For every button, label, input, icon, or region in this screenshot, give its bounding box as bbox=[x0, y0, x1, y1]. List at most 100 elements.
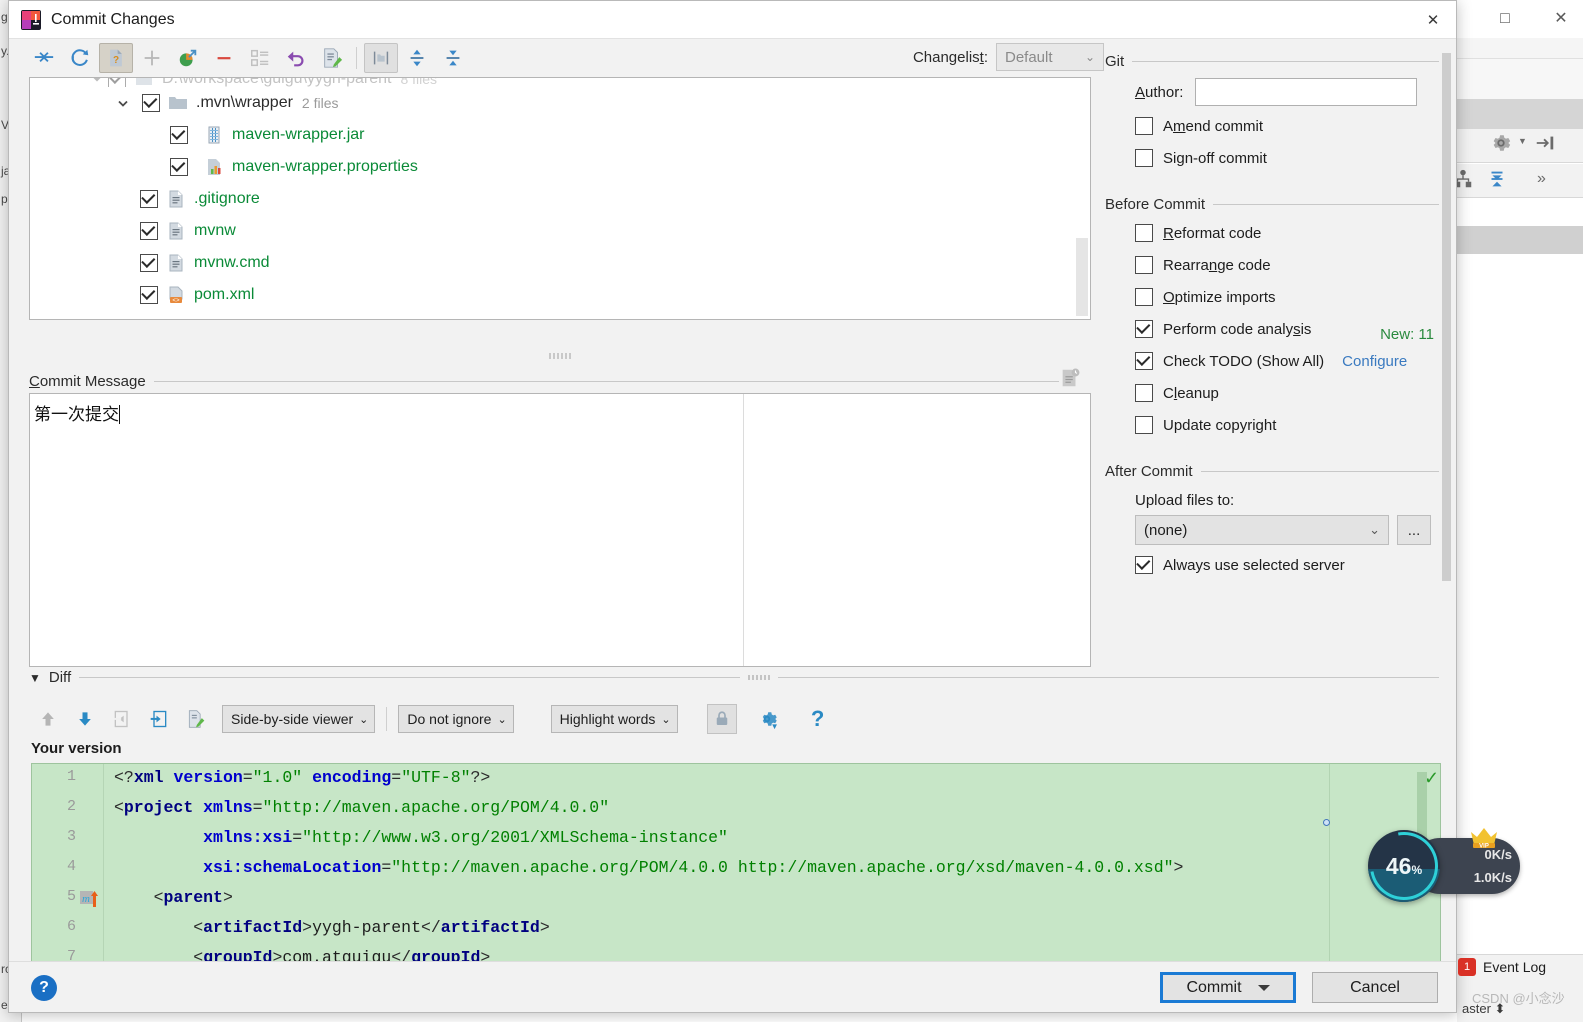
help-icon[interactable]: ? bbox=[31, 975, 57, 1001]
maven-project-marker-icon[interactable]: m bbox=[80, 891, 102, 913]
event-log-button[interactable]: 1 Event Log bbox=[1458, 958, 1546, 976]
row-checkbox[interactable] bbox=[140, 254, 158, 272]
message-history-icon[interactable] bbox=[1059, 367, 1081, 389]
upload-server-combobox[interactable]: (none) ⌄ bbox=[1135, 515, 1389, 545]
table-row[interactable]: D:\workspace\gulgu\yygh-parent 8 files bbox=[30, 78, 1090, 87]
row-checkbox[interactable] bbox=[108, 78, 126, 87]
row-checkbox[interactable] bbox=[170, 158, 188, 176]
rollback-button[interactable] bbox=[279, 43, 313, 73]
network-speed-widget[interactable]: ⬆ 0K/s ⬇ 1.0K/s 46% VIP bbox=[1368, 828, 1520, 902]
diff-settings-gear-icon[interactable]: ▼ bbox=[750, 703, 784, 735]
table-row[interactable]: mvnw.cmd bbox=[30, 247, 1090, 279]
cpu-usage-gauge[interactable]: 46% bbox=[1368, 830, 1440, 902]
row-checkbox[interactable] bbox=[170, 126, 188, 144]
perform-code-analysis-checkbox[interactable] bbox=[1135, 320, 1153, 338]
line-number: 6 bbox=[66, 918, 76, 935]
author-input[interactable] bbox=[1195, 78, 1418, 106]
optimize-imports-checkbox[interactable] bbox=[1135, 288, 1153, 306]
splitter-handle[interactable] bbox=[549, 353, 573, 359]
table-row[interactable]: <> pom.xml bbox=[30, 279, 1090, 311]
rearrange-code-label: Rearrange code bbox=[1163, 256, 1271, 274]
table-row[interactable]: maven-wrapper.properties bbox=[30, 151, 1090, 183]
collapse-icon[interactable] bbox=[1486, 168, 1508, 190]
changelist-value: Default bbox=[1005, 48, 1053, 66]
reformat-code-checkbox[interactable] bbox=[1135, 224, 1153, 242]
arrow-right-bar-icon[interactable] bbox=[1534, 132, 1556, 154]
options-vertical-scrollbar[interactable] bbox=[1441, 53, 1452, 667]
chevrons-right-icon[interactable]: » bbox=[1537, 170, 1546, 188]
update-copyright-row[interactable]: Update copyright bbox=[1105, 409, 1439, 441]
highlight-mode-combobox[interactable]: Highlight words ⌄ bbox=[550, 705, 678, 733]
row-checkbox[interactable] bbox=[140, 190, 158, 208]
group-by-button[interactable] bbox=[243, 43, 277, 73]
cleanup-checkbox[interactable] bbox=[1135, 384, 1153, 402]
table-row[interactable]: .mvn\wrapper 2 files bbox=[30, 87, 1090, 119]
group-by-directory-button[interactable] bbox=[364, 43, 398, 73]
bg-maximize-button[interactable]: □ bbox=[1492, 8, 1518, 30]
table-row[interactable]: maven-wrapper.jar bbox=[30, 119, 1090, 151]
previous-difference-button[interactable] bbox=[31, 703, 65, 735]
row-checkbox[interactable] bbox=[142, 94, 160, 112]
gear-icon[interactable] bbox=[1490, 132, 1512, 154]
commit-button[interactable]: Commit bbox=[1160, 972, 1296, 1003]
lock-icon[interactable] bbox=[706, 704, 737, 734]
refresh-button[interactable] bbox=[63, 43, 97, 73]
splitter-handle[interactable] bbox=[748, 675, 771, 680]
row-checkbox[interactable] bbox=[140, 222, 158, 240]
browse-servers-button[interactable]: ... bbox=[1397, 515, 1431, 545]
show-diff-button[interactable] bbox=[315, 43, 349, 73]
tree-vertical-scrollbar[interactable] bbox=[1076, 238, 1088, 316]
check-todo-checkbox[interactable] bbox=[1135, 352, 1153, 370]
bg-close-button[interactable]: ✕ bbox=[1548, 8, 1574, 30]
next-difference-button[interactable] bbox=[68, 703, 102, 735]
rearrange-code-row[interactable]: Rearrange code bbox=[1105, 249, 1439, 281]
commit-dropdown-icon[interactable] bbox=[1257, 984, 1270, 991]
cleanup-row[interactable]: Cleanup bbox=[1105, 377, 1439, 409]
viewer-mode-combobox[interactable]: Side-by-side viewer ⌄ bbox=[222, 705, 376, 733]
reformat-code-row[interactable]: Reformat code bbox=[1105, 217, 1439, 249]
configure-todo-link[interactable]: Configure bbox=[1342, 353, 1407, 370]
diff-section-header[interactable]: ▼ Diff bbox=[29, 669, 1439, 686]
changed-files-tree[interactable]: D:\workspace\gulgu\yygh-parent 8 files .… bbox=[29, 77, 1091, 320]
table-row[interactable]: .gitignore bbox=[30, 183, 1090, 215]
show-unversioned-button[interactable]: ? bbox=[99, 43, 133, 73]
chevron-down-icon[interactable]: ▼ bbox=[1518, 136, 1527, 146]
branch-indicator[interactable]: aster ⬍ bbox=[1462, 1001, 1505, 1017]
check-todo-row[interactable]: Check TODO (Show All) Configure bbox=[1105, 345, 1439, 377]
sign-off-commit-checkbox[interactable] bbox=[1135, 149, 1153, 167]
row-checkbox[interactable] bbox=[140, 286, 158, 304]
always-use-server-checkbox[interactable] bbox=[1135, 556, 1153, 574]
collapse-tree-button[interactable] bbox=[436, 43, 470, 73]
commit-message-input[interactable]: 第一次提交 bbox=[29, 393, 1091, 667]
collapse-all-button[interactable] bbox=[27, 43, 61, 73]
table-row[interactable]: mvnw bbox=[30, 215, 1090, 247]
chevron-down-icon[interactable] bbox=[86, 78, 108, 87]
amend-commit-row[interactable]: Amend commit bbox=[1105, 110, 1439, 142]
close-icon[interactable]: ✕ bbox=[1410, 1, 1456, 39]
move-to-changelist-button[interactable] bbox=[171, 43, 205, 73]
text-file-icon bbox=[166, 221, 186, 241]
cancel-button[interactable]: Cancel bbox=[1312, 972, 1438, 1003]
optimize-imports-row[interactable]: Optimize imports bbox=[1105, 281, 1439, 313]
jar-file-icon bbox=[204, 125, 224, 145]
always-use-server-row[interactable]: Always use selected server bbox=[1105, 549, 1439, 581]
rearrange-code-checkbox[interactable] bbox=[1135, 256, 1153, 274]
whitespace-mode-combobox[interactable]: Do not ignore ⌄ bbox=[398, 705, 514, 733]
changelist-combobox[interactable]: Default ⌄ bbox=[996, 43, 1104, 71]
add-button[interactable] bbox=[135, 43, 169, 73]
triangle-down-icon[interactable]: ▼ bbox=[29, 671, 41, 685]
chevron-down-icon[interactable] bbox=[112, 92, 134, 114]
diff-help-icon[interactable]: ? bbox=[801, 703, 835, 735]
accept-right-button[interactable] bbox=[142, 703, 176, 735]
expand-all-button[interactable] bbox=[400, 43, 434, 73]
sign-off-commit-row[interactable]: Sign-off commit bbox=[1105, 142, 1439, 174]
diff-editor[interactable]: 1 <?xml version="1.0" encoding="UTF-8"?>… bbox=[31, 763, 1441, 963]
svg-text:m: m bbox=[82, 893, 90, 905]
perform-code-analysis-row[interactable]: Perform code analysis bbox=[1105, 313, 1439, 345]
update-copyright-checkbox[interactable] bbox=[1135, 416, 1153, 434]
annotate-icon[interactable] bbox=[179, 703, 213, 735]
amend-commit-checkbox[interactable] bbox=[1135, 117, 1153, 135]
file-name: mvnw bbox=[194, 222, 236, 239]
delete-button[interactable] bbox=[207, 43, 241, 73]
upload-target-row: (none) ⌄ ... bbox=[1105, 515, 1439, 545]
